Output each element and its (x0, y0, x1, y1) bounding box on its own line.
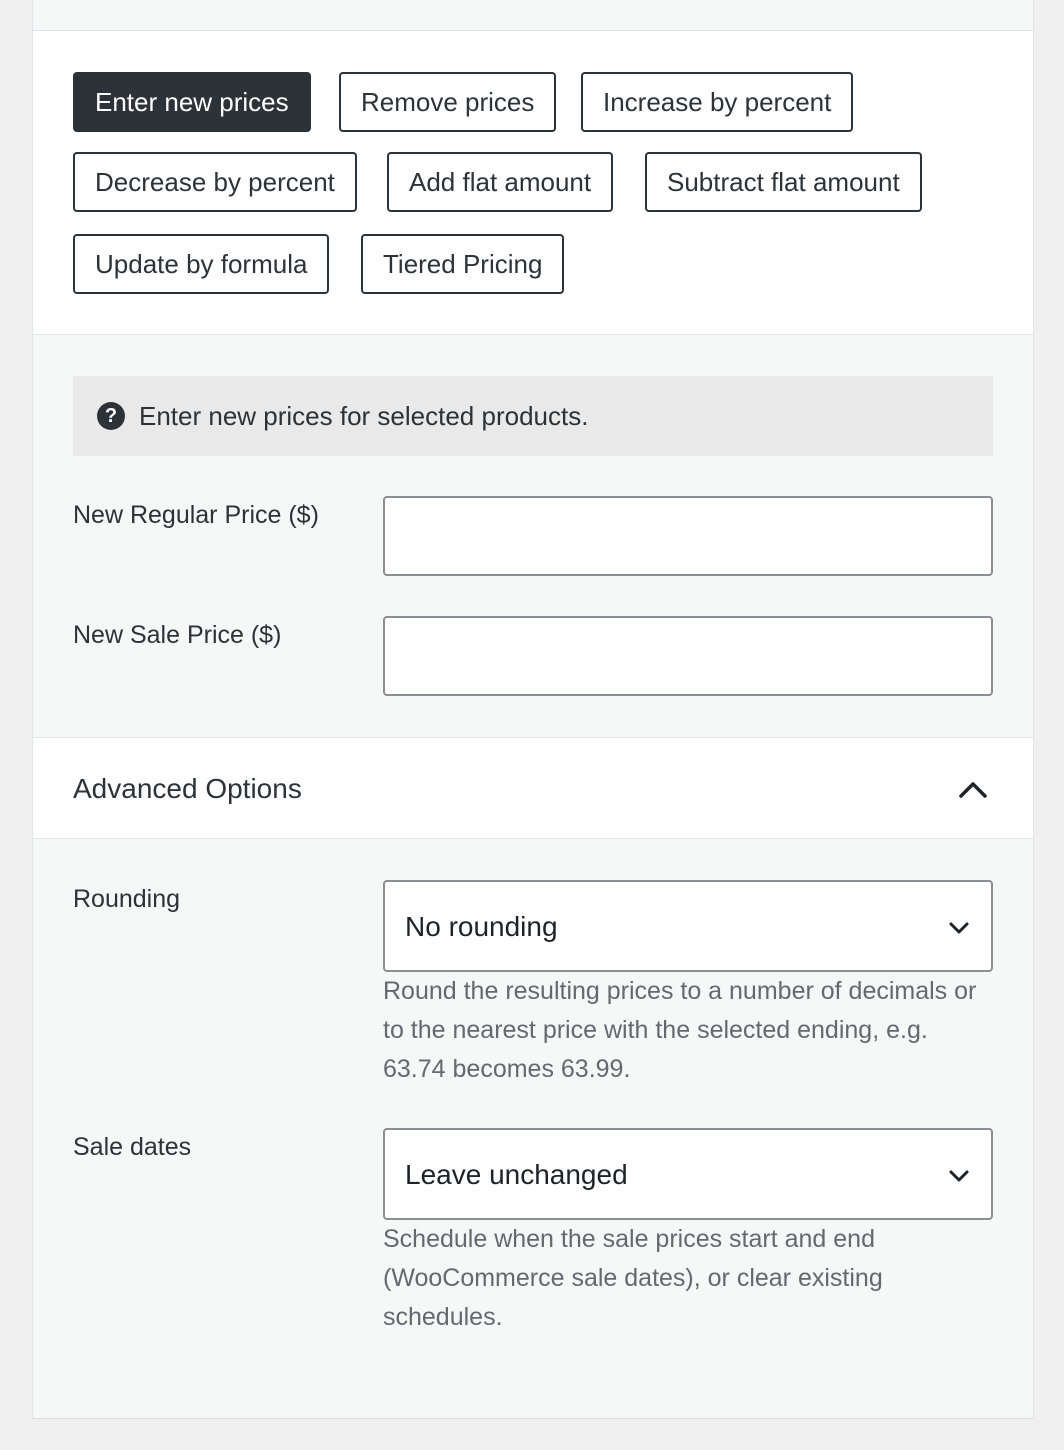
question-circle-icon: ? (97, 402, 125, 430)
remove-prices-button[interactable]: Remove prices (339, 72, 557, 132)
bulk-pricing-panel: Enter new prices Remove prices Increase … (32, 0, 1034, 1419)
advanced-options-toggle[interactable]: Advanced Options (33, 737, 1033, 839)
tiered-pricing-button[interactable]: Tiered Pricing (361, 234, 565, 294)
sale-price-input[interactable] (383, 616, 993, 696)
chevron-down-icon (949, 1170, 969, 1182)
sale-dates-label: Sale dates (73, 1133, 192, 1161)
sale-dates-selected-value: Leave unchanged (405, 1159, 628, 1190)
subtract-flat-amount-button[interactable]: Subtract flat amount (645, 152, 922, 212)
chevron-down-icon (949, 922, 969, 934)
rounding-select[interactable]: No rounding (383, 880, 993, 972)
rounding-label: Rounding (73, 885, 181, 913)
sale-price-label: New Sale Price ($) (73, 621, 282, 649)
rounding-help-text: Round the resulting prices to a number o… (383, 977, 977, 1083)
sale-dates-select[interactable]: Leave unchanged (383, 1128, 993, 1220)
panel-top-strip (33, 0, 1033, 31)
update-by-formula-button[interactable]: Update by formula (73, 234, 330, 294)
increase-by-percent-button[interactable]: Increase by percent (581, 72, 854, 132)
decrease-by-percent-button[interactable]: Decrease by percent (73, 152, 357, 212)
regular-price-input[interactable] (383, 496, 993, 576)
operation-buttons: Enter new prices Remove prices Increase … (33, 31, 1033, 335)
info-notice: ? Enter new prices for selected products… (73, 376, 993, 456)
regular-price-label: New Regular Price ($) (73, 501, 319, 529)
rounding-selected-value: No rounding (405, 911, 558, 942)
chevron-up-icon[interactable] (953, 770, 993, 810)
sale-dates-help-text: Schedule when the sale prices start and … (383, 1225, 883, 1331)
add-flat-amount-button[interactable]: Add flat amount (387, 152, 614, 212)
advanced-options-title: Advanced Options (73, 773, 302, 804)
enter-new-prices-button[interactable]: Enter new prices (73, 72, 311, 132)
notice-text: Enter new prices for selected products. (139, 401, 589, 431)
